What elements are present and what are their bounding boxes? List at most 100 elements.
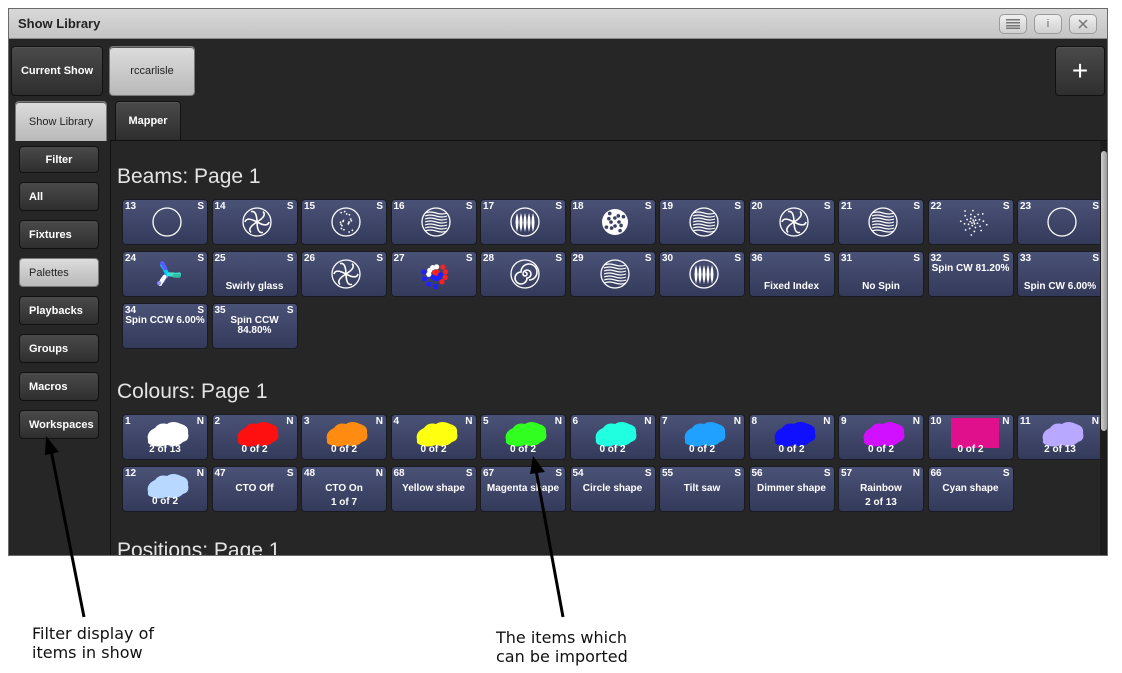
gobo-flames-icon (510, 207, 540, 237)
tile-number: 33 (1020, 253, 1032, 264)
beam-palette-tile[interactable]: 32 S Spin CW 81.20% (927, 251, 1014, 297)
show-name-button[interactable]: rccarlisle (109, 46, 195, 96)
library-content: Beams: Page 1 13 S 14 S 15 S 16 S 17 S 18 S 19 S 20 S 21… (110, 141, 1100, 555)
beam-palette-tile[interactable]: 18 S (569, 199, 656, 245)
colour-palette-tile[interactable]: 66 S Cyan shape (927, 466, 1014, 512)
beam-palette-tile[interactable]: 35 S Spin CCW 84.80% (211, 303, 298, 349)
tile-label: Spin CCW 84.80% (230, 316, 279, 336)
tile-label: 0 of 2 (151, 496, 179, 507)
tab-show-library[interactable]: Show Library (15, 101, 107, 141)
colour-palette-tile[interactable]: 57 N Rainbow 2 of 13 (838, 466, 924, 512)
beam-palette-tile[interactable]: 16 S (390, 199, 477, 245)
filter-fixtures[interactable]: Fixtures (19, 220, 99, 249)
beam-palette-tile[interactable]: 22 S (927, 199, 1014, 245)
colour-palette-tile[interactable]: 1 N 2 of 13 (122, 414, 208, 460)
beam-palette-tile[interactable]: 31 S No Spin (838, 251, 924, 297)
tile-number: 48 (304, 468, 316, 479)
colour-palette-tile[interactable]: 8 N 0 of 2 (748, 414, 835, 460)
tile-label: Spin CW 6.00% (1023, 281, 1097, 292)
beam-palette-tile[interactable]: 24 S (122, 251, 208, 297)
beam-palette-tile[interactable]: 19 S (659, 199, 745, 245)
colour-palette-tile[interactable]: 9 N 0 of 2 (838, 414, 924, 460)
gobo-flames-icon (689, 259, 719, 289)
tile-flag: S (734, 253, 741, 264)
add-button[interactable]: + (1055, 46, 1105, 96)
tile-number: 57 (841, 468, 853, 479)
colour-palette-tile[interactable]: 68 S Yellow shape (390, 466, 477, 512)
beam-palette-tile[interactable]: 23 S (1017, 199, 1100, 245)
filter-playbacks[interactable]: Playbacks (19, 296, 99, 325)
beam-palette-tile[interactable]: 13 S (122, 199, 208, 245)
beam-palette-tile[interactable]: 29 S (569, 251, 656, 297)
filter-annotation: Filter display of items in show (32, 624, 154, 662)
colour-palette-tile[interactable]: 54 S Circle shape (569, 466, 656, 512)
beam-palette-tile[interactable]: 21 S (838, 199, 924, 245)
tile-flag: S (465, 468, 473, 479)
tile-label: Magenta shape (486, 483, 560, 494)
filter-macros[interactable]: Macros (19, 372, 99, 401)
tile-number: 2 (214, 416, 221, 427)
filter-palettes[interactable]: Palettes (19, 258, 99, 287)
tile-number: 11 (1020, 416, 1031, 427)
colour-palette-tile[interactable]: 6 N 0 of 2 (569, 414, 656, 460)
colour-palette-tile[interactable]: 5 N 0 of 2 (480, 414, 566, 460)
colour-palette-tile[interactable]: 7 N 0 of 2 (659, 414, 745, 460)
beam-palette-tile[interactable]: 17 S (480, 199, 566, 245)
colour-palette-tile[interactable]: 56 S Dimmer shape (748, 466, 835, 512)
tile-number: 68 (393, 468, 405, 479)
beam-palette-tile[interactable]: 27 S (390, 251, 477, 297)
colour-palette-tile[interactable]: 11 N 2 of 13 (1017, 414, 1100, 460)
plus-icon: + (1071, 55, 1089, 86)
tile-number: 47 (214, 468, 226, 479)
tile-flag: N (554, 416, 562, 427)
tile-flag: S (286, 253, 294, 264)
colour-palette-tile[interactable]: 10 N 0 of 2 (927, 414, 1014, 460)
colour-palette-tile[interactable]: 47 S CTO Off (211, 466, 298, 512)
beam-palette-tile[interactable]: 34 S Spin CCW 6.00% (122, 303, 208, 349)
colour-palette-tile[interactable]: 48 N CTO On 1 of 7 (301, 466, 387, 512)
filter-workspaces[interactable]: Workspaces (19, 410, 99, 439)
tile-count: 2 of 13 (865, 497, 897, 508)
tile-flag: N (733, 416, 741, 427)
tile-flag: N (1091, 416, 1099, 427)
tile-number: 18 (572, 201, 584, 212)
beam-palette-tile[interactable]: 36 S Fixed Index (748, 251, 835, 297)
tab-mapper[interactable]: Mapper (115, 101, 181, 141)
tile-number: 16 (393, 201, 405, 212)
beam-palette-tile[interactable]: 15 S (301, 199, 387, 245)
beam-palette-tile[interactable]: 25 S Swirly glass (211, 251, 298, 297)
tile-number: 55 (662, 468, 674, 479)
beam-palette-tile[interactable]: 26 S (301, 251, 387, 297)
beam-palette-tile[interactable]: 30 S (659, 251, 745, 297)
tile-flag: N (912, 416, 920, 427)
beam-palette-tile[interactable]: 33 S Spin CW 6.00% (1017, 251, 1100, 297)
current-show-button[interactable]: Current Show (11, 46, 103, 96)
tile-flag: N (912, 468, 920, 479)
info-button[interactable]: i (1034, 14, 1062, 34)
filter-groups[interactable]: Groups (19, 334, 99, 363)
tile-number: 8 (751, 416, 758, 427)
colour-palette-tile[interactable]: 55 S Tilt saw (659, 466, 745, 512)
colour-palette-tile[interactable]: 4 N 0 of 2 (390, 414, 477, 460)
colour-palette-tile[interactable]: 3 N 0 of 2 (301, 414, 387, 460)
colour-palette-tile[interactable]: 67 S Magenta shape (480, 466, 566, 512)
menu-button[interactable] (999, 14, 1027, 34)
tile-label: 0 of 2 (688, 444, 716, 455)
tile-flag: S (197, 305, 204, 316)
filter-all[interactable]: All (19, 182, 99, 211)
scrollbar-thumb[interactable] (1101, 151, 1107, 431)
tile-flag: N (196, 416, 204, 427)
tile-flag: N (644, 416, 652, 427)
tile-label: 0 of 2 (509, 444, 537, 455)
vertical-scrollbar[interactable] (1100, 141, 1107, 555)
tile-flag: S (197, 253, 204, 264)
beam-palette-tile[interactable]: 20 S (748, 199, 835, 245)
beam-palette-tile[interactable]: 14 S (211, 199, 298, 245)
close-button[interactable] (1069, 14, 1097, 34)
tile-label: 2 of 13 (149, 444, 181, 455)
beam-palette-tile[interactable]: 28 S (480, 251, 566, 297)
tile-flag: S (465, 201, 473, 212)
colour-palette-tile[interactable]: 2 N 0 of 2 (211, 414, 298, 460)
colour-palette-tile[interactable]: 12 N 0 of 2 (122, 466, 208, 512)
tile-flag: S (644, 253, 652, 264)
